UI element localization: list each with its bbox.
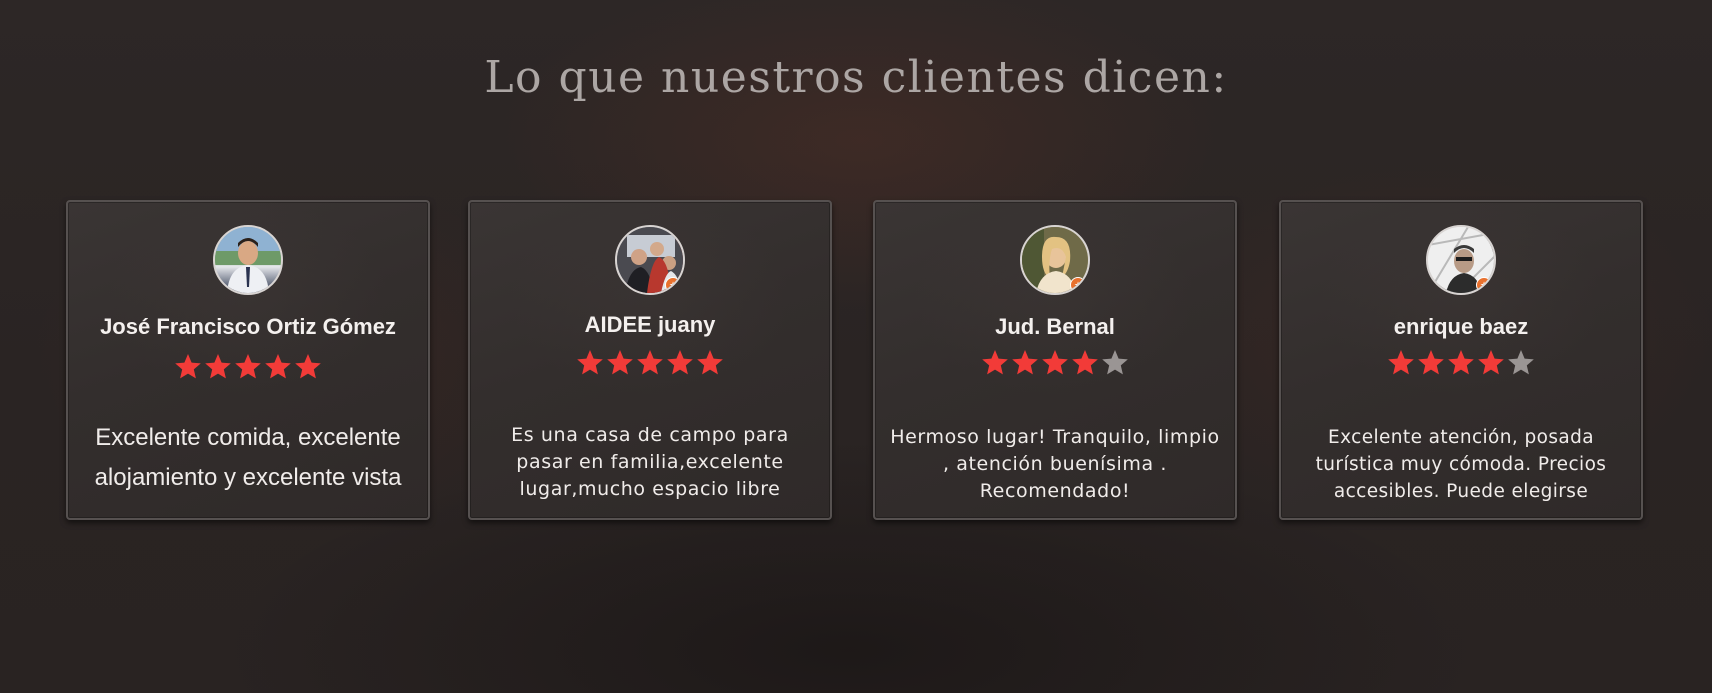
star-filled-icon xyxy=(695,348,725,378)
star-filled-icon xyxy=(665,348,695,378)
avatar xyxy=(213,225,283,295)
star-filled-icon xyxy=(1010,348,1040,378)
review-text: Excelente comida, excelente alojamiento … xyxy=(94,424,402,491)
star-filled-icon xyxy=(233,352,263,382)
reviewer-name: AIDEE juany xyxy=(584,312,716,337)
local-guide-badge-icon: ★ xyxy=(1070,277,1086,293)
star-filled-icon xyxy=(605,348,635,378)
avatar: ★ xyxy=(1020,225,1090,295)
review-card: ★ Jud. Bernal Hermoso lugar! Tranquilo, … xyxy=(873,200,1237,520)
review-card: ★ enrique baez Excelente atención, posad… xyxy=(1279,200,1643,520)
star-rating xyxy=(1281,348,1641,378)
reviewer-name: José Francisco Ortiz Gómez xyxy=(100,314,396,339)
star-rating xyxy=(470,348,830,378)
star-rating xyxy=(875,348,1235,378)
reviewer-name: Jud. Bernal xyxy=(995,314,1115,339)
review-card: José Francisco Ortiz Gómez Excelente com… xyxy=(66,200,430,520)
review-text: Excelente atención, posada turística muy… xyxy=(1315,427,1607,502)
star-filled-icon xyxy=(1446,348,1476,378)
review-text: Hermoso lugar! Tranquilo, limpio , atenc… xyxy=(890,426,1220,502)
section-title: Lo que nuestros clientes dicen: xyxy=(484,52,1228,103)
review-text: Es una casa de campo para pasar en famil… xyxy=(511,424,789,500)
star-empty-icon xyxy=(1506,348,1536,378)
star-filled-icon xyxy=(635,348,665,378)
star-filled-icon xyxy=(173,352,203,382)
star-filled-icon xyxy=(575,348,605,378)
avatar: ★ xyxy=(615,225,685,295)
star-filled-icon xyxy=(1040,348,1070,378)
star-filled-icon xyxy=(980,348,1010,378)
star-filled-icon xyxy=(1070,348,1100,378)
reviewer-name: enrique baez xyxy=(1393,314,1529,339)
star-filled-icon xyxy=(293,352,323,382)
star-filled-icon xyxy=(1476,348,1506,378)
star-filled-icon xyxy=(1416,348,1446,378)
star-filled-icon xyxy=(203,352,233,382)
star-filled-icon xyxy=(1386,348,1416,378)
star-filled-icon xyxy=(263,352,293,382)
avatar: ★ xyxy=(1426,225,1496,295)
star-rating xyxy=(68,352,428,382)
local-guide-badge-icon: ★ xyxy=(1476,277,1492,293)
review-card: ★ AIDEE juany Es una casa de campo para … xyxy=(468,200,832,520)
local-guide-badge-icon: ★ xyxy=(665,277,681,293)
star-empty-icon xyxy=(1100,348,1130,378)
